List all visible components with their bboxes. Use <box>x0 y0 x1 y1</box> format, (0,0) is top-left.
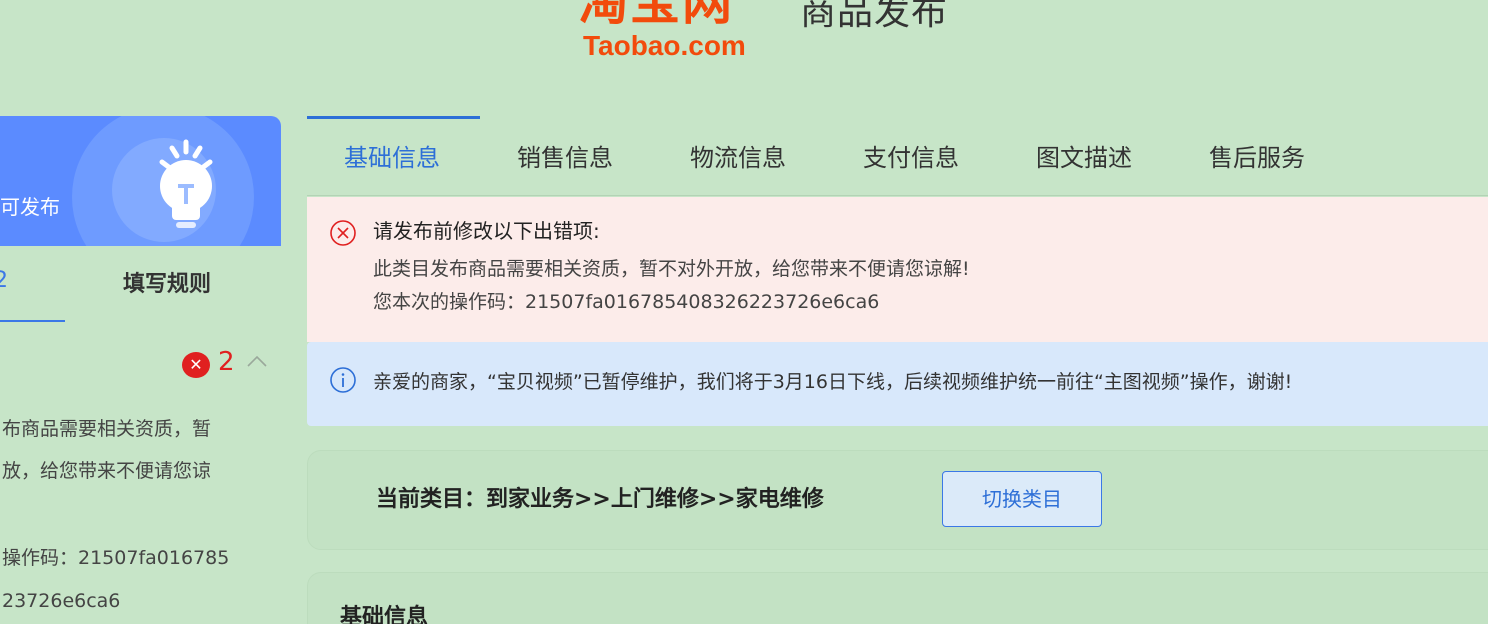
current-category: 当前类目：到家业务>>上门维修>>家电维修 <box>376 487 824 512</box>
page-title: 商品发布 <box>800 0 949 33</box>
error-alert-heading: 请发布前修改以下出错项: <box>373 219 600 243</box>
left-error-line: 放，给您带来不便请您谅 <box>2 460 212 482</box>
tab-basic-info[interactable]: 基础信息 <box>344 142 440 174</box>
error-alert: 请发布前修改以下出错项: 此类目发布商品需要相关资质，暂不对外开放，给您带来不便… <box>307 197 1488 342</box>
active-tab-indicator <box>307 116 480 119</box>
error-badge-icon: ✕ <box>182 352 210 378</box>
switch-category-button[interactable]: 切换类目 <box>942 471 1102 527</box>
tab-after-sales[interactable]: 售后服务 <box>1209 142 1305 174</box>
basic-info-section: 基础信息 <box>307 572 1488 624</box>
error-count: 2 <box>218 347 235 377</box>
section-title: 基础信息 <box>340 605 429 624</box>
publish-tip-banner: 可发布 <box>0 116 281 246</box>
tab-sales-info[interactable]: 销售信息 <box>517 142 613 174</box>
info-alert-message: 亲爱的商家，“宝贝视频”已暂停维护，我们将于3月16日下线，后续视频维护统一前往… <box>373 371 1293 393</box>
left-tab-underline <box>0 320 65 322</box>
error-alert-message: 此类目发布商品需要相关资质，暂不对外开放，给您带来不便请您谅解! <box>373 258 970 280</box>
section-tabs: 基础信息 销售信息 物流信息 支付信息 图文描述 售后服务 <box>307 116 1488 196</box>
banner-text: 可发布 <box>0 195 60 219</box>
tab-description[interactable]: 图文描述 <box>1036 142 1132 174</box>
left-error-line: 布商品需要相关资质，暂 <box>2 418 212 440</box>
info-circle-icon <box>330 367 356 393</box>
info-alert: 亲爱的商家，“宝贝视频”已暂停维护，我们将于3月16日下线，后续视频维护统一前往… <box>307 342 1488 426</box>
tab-payment-info[interactable]: 支付信息 <box>863 142 959 174</box>
left-tab-errors[interactable]: 2 <box>0 268 8 293</box>
taobao-logo-cn: 淘宝网 <box>578 0 734 31</box>
error-alert-opcode: 您本次的操作码：21507fa016785408326223726e6ca6 <box>373 291 880 313</box>
left-tab-rules[interactable]: 填写规则 <box>123 266 211 298</box>
chevron-up-icon[interactable] <box>246 354 268 368</box>
taobao-logo-en: Taobao.com <box>583 30 746 61</box>
left-error-line: 23726e6ca6 <box>2 590 121 612</box>
error-circle-icon <box>330 220 356 246</box>
lightbulb-icon <box>159 139 213 228</box>
tab-logistics-info[interactable]: 物流信息 <box>690 142 786 174</box>
left-error-line: 操作码：21507fa016785 <box>2 547 230 569</box>
category-card: 当前类目：到家业务>>上门维修>>家电维修 切换类目 <box>307 450 1488 550</box>
